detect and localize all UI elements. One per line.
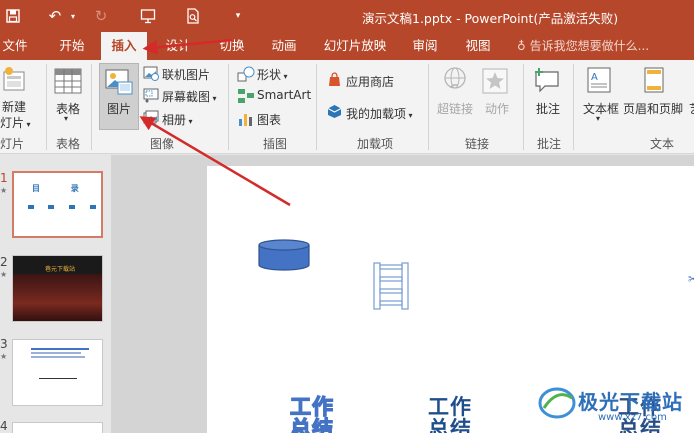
annotation-arrows: [139, 38, 291, 207]
arrow-to-picture-button: [139, 116, 291, 207]
arrow-to-insert-tab: [142, 38, 233, 55]
